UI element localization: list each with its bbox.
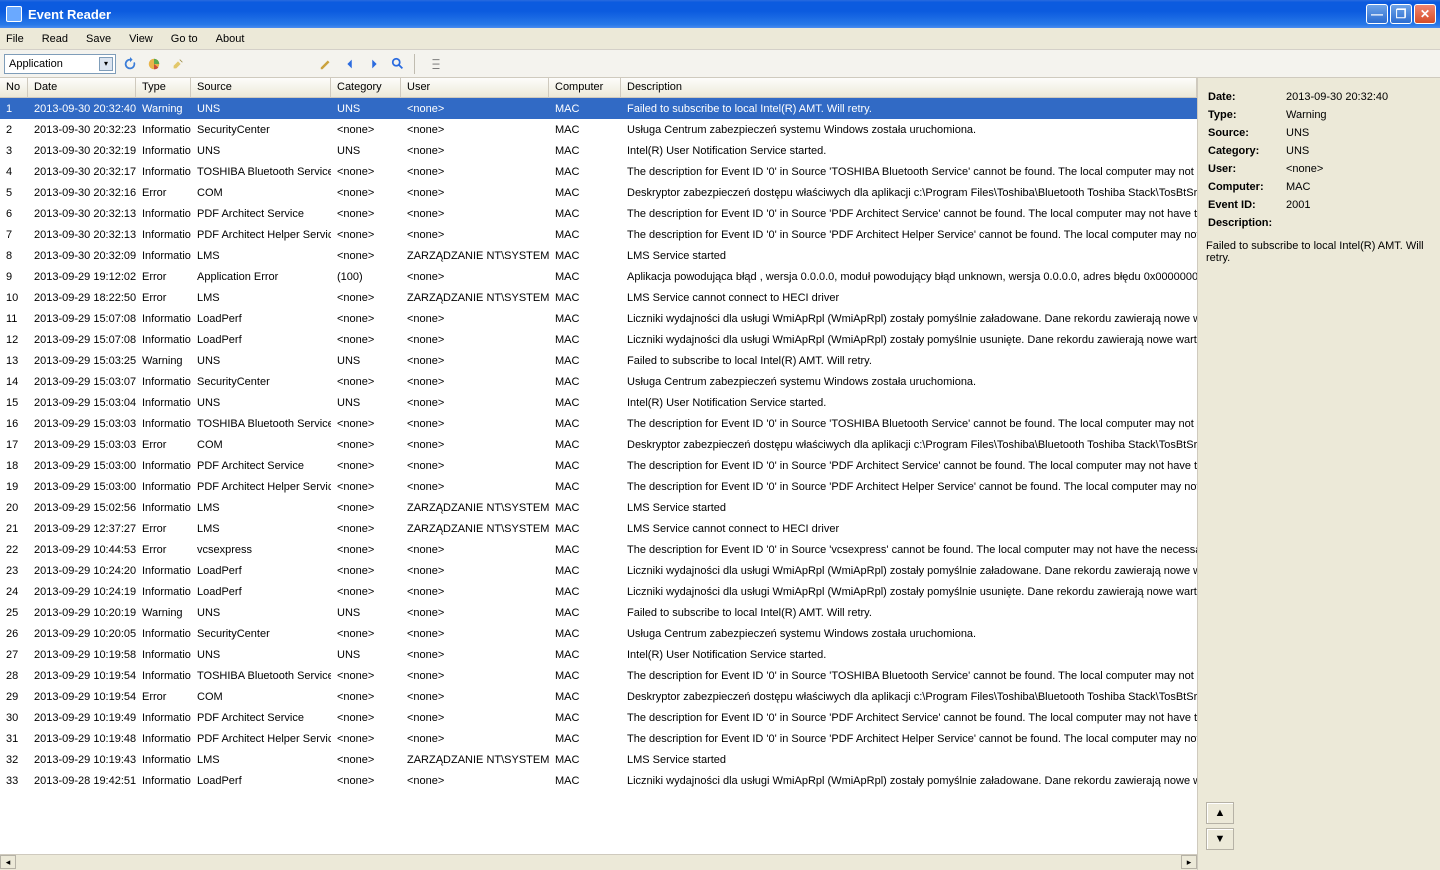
detail-user-label: User:	[1206, 160, 1284, 178]
window-title: Event Reader	[28, 7, 1366, 22]
menu-go-to[interactable]: Go to	[171, 33, 198, 45]
find-icon[interactable]	[388, 54, 408, 74]
table-row[interactable]: 62013-09-30 20:32:13InformationPDF Archi…	[0, 203, 1197, 224]
column-type[interactable]: Type	[136, 78, 191, 97]
nav-down-button[interactable]: ▼	[1206, 828, 1234, 850]
detail-category-value: UNS	[1284, 142, 1432, 160]
refresh-icon[interactable]	[120, 54, 140, 74]
edit-icon[interactable]	[316, 54, 336, 74]
app-icon	[6, 6, 22, 22]
clear-icon[interactable]	[168, 54, 188, 74]
grid-body[interactable]: 12013-09-30 20:32:40WarningUNSUNS<none>M…	[0, 98, 1197, 854]
detail-source-label: Source:	[1206, 124, 1284, 142]
table-row[interactable]: 72013-09-30 20:32:13InformationPDF Archi…	[0, 224, 1197, 245]
table-row[interactable]: 202013-09-29 15:02:56InformationLMS<none…	[0, 497, 1197, 518]
table-row[interactable]: 142013-09-29 15:03:07InformationSecurity…	[0, 371, 1197, 392]
column-user[interactable]: User	[401, 78, 549, 97]
menu-bar: File Read Save View Go to About	[0, 28, 1440, 50]
column-date[interactable]: Date	[28, 78, 136, 97]
detail-date-value: 2013-09-30 20:32:40	[1284, 88, 1432, 106]
table-row[interactable]: 312013-09-29 10:19:48InformationPDF Arch…	[0, 728, 1197, 749]
table-row[interactable]: 162013-09-29 15:03:03InformationTOSHIBA …	[0, 413, 1197, 434]
format-icon[interactable]	[426, 54, 446, 74]
horizontal-scrollbar[interactable]: ◂ ▸	[0, 854, 1197, 870]
prev-icon[interactable]	[340, 54, 360, 74]
table-row[interactable]: 272013-09-29 10:19:58InformationUNSUNS<n…	[0, 644, 1197, 665]
detail-computer-label: Computer:	[1206, 178, 1284, 196]
table-row[interactable]: 32013-09-30 20:32:19InformationUNSUNS<no…	[0, 140, 1197, 161]
column-category[interactable]: Category	[331, 78, 401, 97]
table-row[interactable]: 332013-09-28 19:42:51InformationLoadPerf…	[0, 770, 1197, 791]
table-row[interactable]: 192013-09-29 15:03:00InformationPDF Arch…	[0, 476, 1197, 497]
toolbar: Application ▾	[0, 50, 1440, 78]
log-combo[interactable]: Application ▾	[4, 54, 116, 74]
pie-icon[interactable]	[144, 54, 164, 74]
detail-user-value: <none>	[1284, 160, 1432, 178]
table-row[interactable]: 82013-09-30 20:32:09InformationLMS<none>…	[0, 245, 1197, 266]
next-icon[interactable]	[364, 54, 384, 74]
menu-about[interactable]: About	[216, 33, 245, 45]
table-row[interactable]: 302013-09-29 10:19:49InformationPDF Arch…	[0, 707, 1197, 728]
title-bar: Event Reader — ❐ ✕	[0, 0, 1440, 28]
event-grid: NoDateTypeSourceCategoryUserComputerDesc…	[0, 78, 1198, 870]
column-source[interactable]: Source	[191, 78, 331, 97]
menu-view[interactable]: View	[129, 33, 153, 45]
table-row[interactable]: 212013-09-29 12:37:27ErrorLMS<none>ZARZĄ…	[0, 518, 1197, 539]
chevron-down-icon[interactable]: ▾	[99, 57, 113, 71]
detail-date-label: Date:	[1206, 88, 1284, 106]
table-row[interactable]: 222013-09-29 10:44:53Errorvcsexpress<non…	[0, 539, 1197, 560]
detail-panel: Date:2013-09-30 20:32:40 Type:Warning So…	[1198, 78, 1440, 870]
table-row[interactable]: 252013-09-29 10:20:19WarningUNSUNS<none>…	[0, 602, 1197, 623]
detail-type-value: Warning	[1284, 106, 1432, 124]
menu-save[interactable]: Save	[86, 33, 111, 45]
detail-description-value: Failed to subscribe to local Intel(R) AM…	[1206, 240, 1432, 264]
table-row[interactable]: 132013-09-29 15:03:25WarningUNSUNS<none>…	[0, 350, 1197, 371]
table-row[interactable]: 292013-09-29 10:19:54ErrorCOM<none><none…	[0, 686, 1197, 707]
column-computer[interactable]: Computer	[549, 78, 621, 97]
table-row[interactable]: 182013-09-29 15:03:00InformationPDF Arch…	[0, 455, 1197, 476]
detail-source-value: UNS	[1284, 124, 1432, 142]
detail-eventid-label: Event ID:	[1206, 196, 1284, 214]
table-row[interactable]: 282013-09-29 10:19:54InformationTOSHIBA …	[0, 665, 1197, 686]
table-row[interactable]: 262013-09-29 10:20:05InformationSecurity…	[0, 623, 1197, 644]
table-row[interactable]: 102013-09-29 18:22:50ErrorLMS<none>ZARZĄ…	[0, 287, 1197, 308]
table-row[interactable]: 122013-09-29 15:07:08InformationLoadPerf…	[0, 329, 1197, 350]
detail-type-label: Type:	[1206, 106, 1284, 124]
table-row[interactable]: 42013-09-30 20:32:17InformationTOSHIBA B…	[0, 161, 1197, 182]
column-description[interactable]: Description	[621, 78, 1197, 97]
column-no[interactable]: No	[0, 78, 28, 97]
table-row[interactable]: 322013-09-29 10:19:43InformationLMS<none…	[0, 749, 1197, 770]
grid-header: NoDateTypeSourceCategoryUserComputerDesc…	[0, 78, 1197, 98]
table-row[interactable]: 12013-09-30 20:32:40WarningUNSUNS<none>M…	[0, 98, 1197, 119]
menu-file[interactable]: File	[6, 33, 24, 45]
detail-eventid-value: 2001	[1284, 196, 1432, 214]
detail-computer-value: MAC	[1284, 178, 1432, 196]
menu-read[interactable]: Read	[42, 33, 68, 45]
table-row[interactable]: 152013-09-29 15:03:04InformationUNSUNS<n…	[0, 392, 1197, 413]
table-row[interactable]: 242013-09-29 10:24:19InformationLoadPerf…	[0, 581, 1197, 602]
nav-up-button[interactable]: ▲	[1206, 802, 1234, 824]
detail-description-label: Description:	[1206, 214, 1284, 232]
table-row[interactable]: 52013-09-30 20:32:16ErrorCOM<none><none>…	[0, 182, 1197, 203]
maximize-button[interactable]: ❐	[1390, 4, 1412, 24]
table-row[interactable]: 172013-09-29 15:03:03ErrorCOM<none><none…	[0, 434, 1197, 455]
table-row[interactable]: 232013-09-29 10:24:20InformationLoadPerf…	[0, 560, 1197, 581]
scroll-left-icon[interactable]: ◂	[0, 855, 16, 869]
minimize-button[interactable]: —	[1366, 4, 1388, 24]
log-combo-value: Application	[9, 58, 63, 70]
close-button[interactable]: ✕	[1414, 4, 1436, 24]
table-row[interactable]: 112013-09-29 15:07:08InformationLoadPerf…	[0, 308, 1197, 329]
scroll-right-icon[interactable]: ▸	[1181, 855, 1197, 869]
table-row[interactable]: 22013-09-30 20:32:23InformationSecurityC…	[0, 119, 1197, 140]
detail-category-label: Category:	[1206, 142, 1284, 160]
table-row[interactable]: 92013-09-29 19:12:02ErrorApplication Err…	[0, 266, 1197, 287]
